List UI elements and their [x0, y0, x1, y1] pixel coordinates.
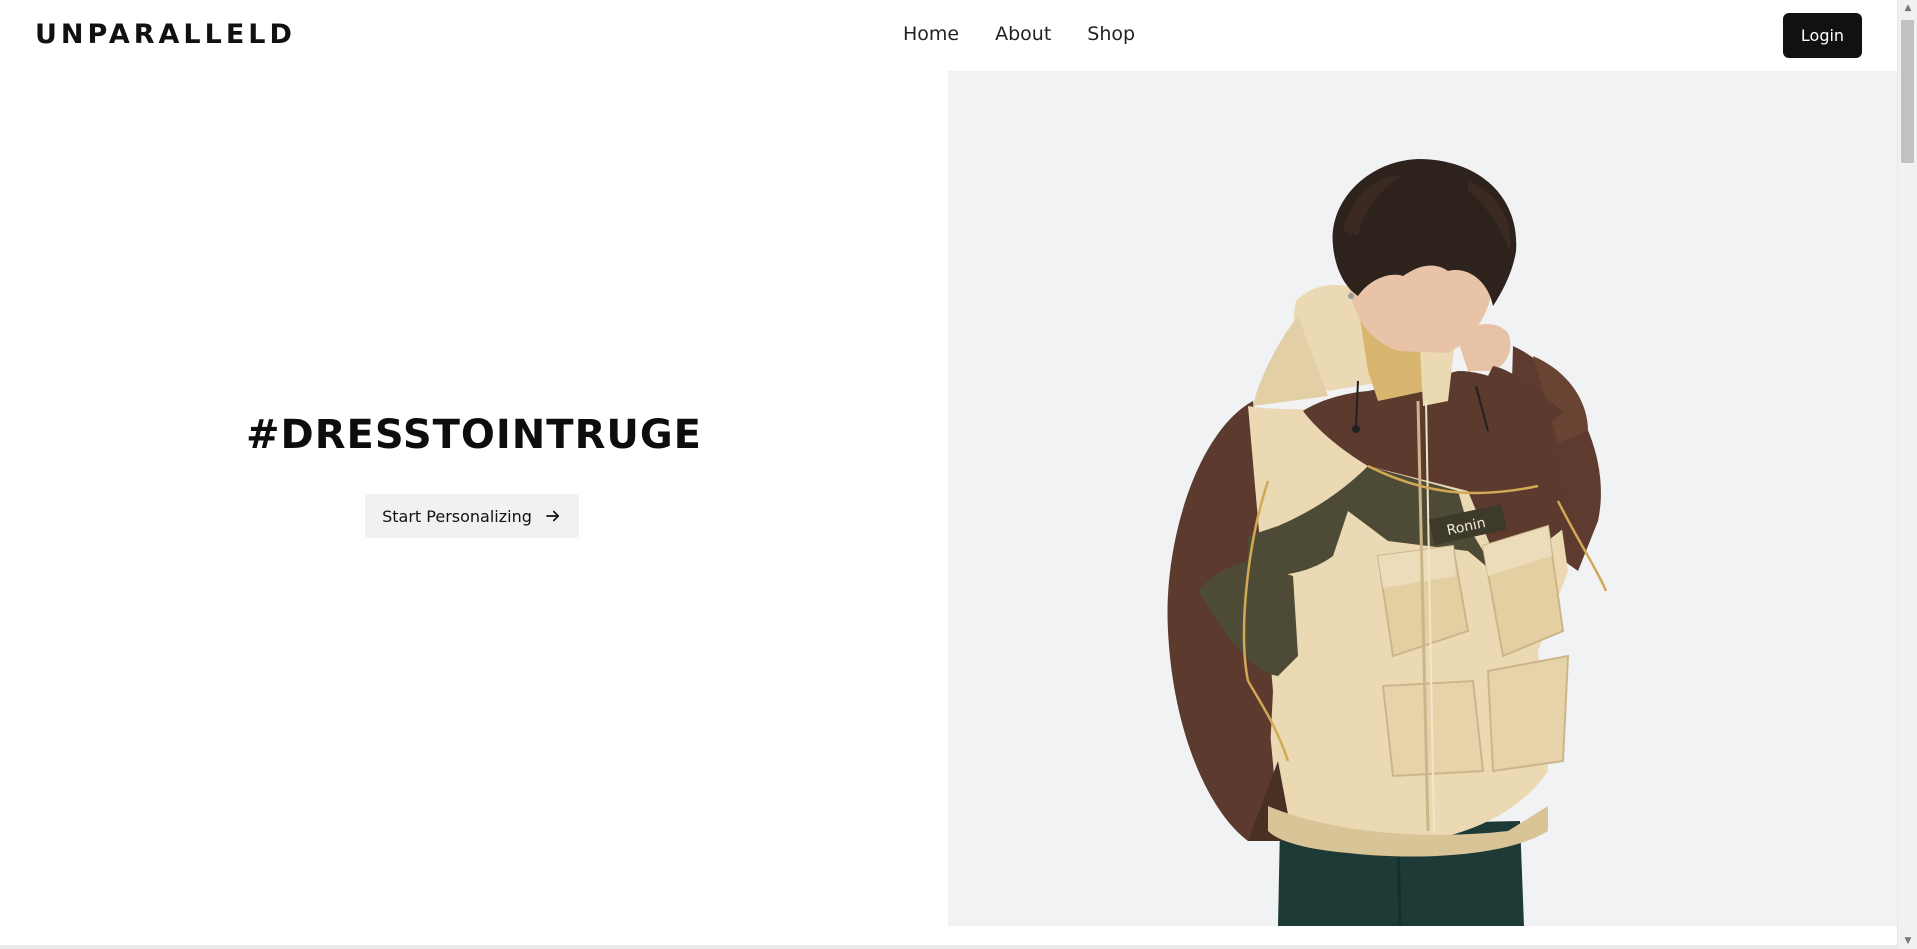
scroll-down-icon[interactable]: ▼ [1898, 933, 1917, 949]
site-header: UNPARALLELD Home About Shop Login [0, 0, 1897, 71]
login-button[interactable]: Login [1783, 13, 1862, 58]
nav-about[interactable]: About [995, 23, 1051, 45]
hero-left: #DRESSTOINTRUGE Start Personalizing [0, 71, 948, 926]
start-personalizing-button[interactable]: Start Personalizing [365, 494, 579, 538]
cta-label: Start Personalizing [382, 506, 532, 526]
arrow-right-icon [546, 510, 559, 522]
hero-image: Ronin [948, 71, 1897, 926]
scroll-thumb[interactable] [1901, 20, 1914, 163]
nav-home[interactable]: Home [903, 23, 959, 45]
scroll-up-icon[interactable]: ▲ [1898, 0, 1917, 16]
page-scrollbar[interactable]: ▲ ▼ [1897, 0, 1917, 949]
page: UNPARALLELD Home About Shop Login #DRESS… [0, 0, 1917, 949]
brand-logo[interactable]: UNPARALLELD [35, 19, 296, 50]
model-jacket-image: Ronin [1167, 159, 1608, 926]
bottom-divider [0, 945, 1897, 949]
main-nav: Home About Shop [903, 23, 1135, 45]
hero-hashtag: #DRESSTOINTRUGE [245, 412, 703, 458]
nav-shop[interactable]: Shop [1087, 23, 1135, 45]
